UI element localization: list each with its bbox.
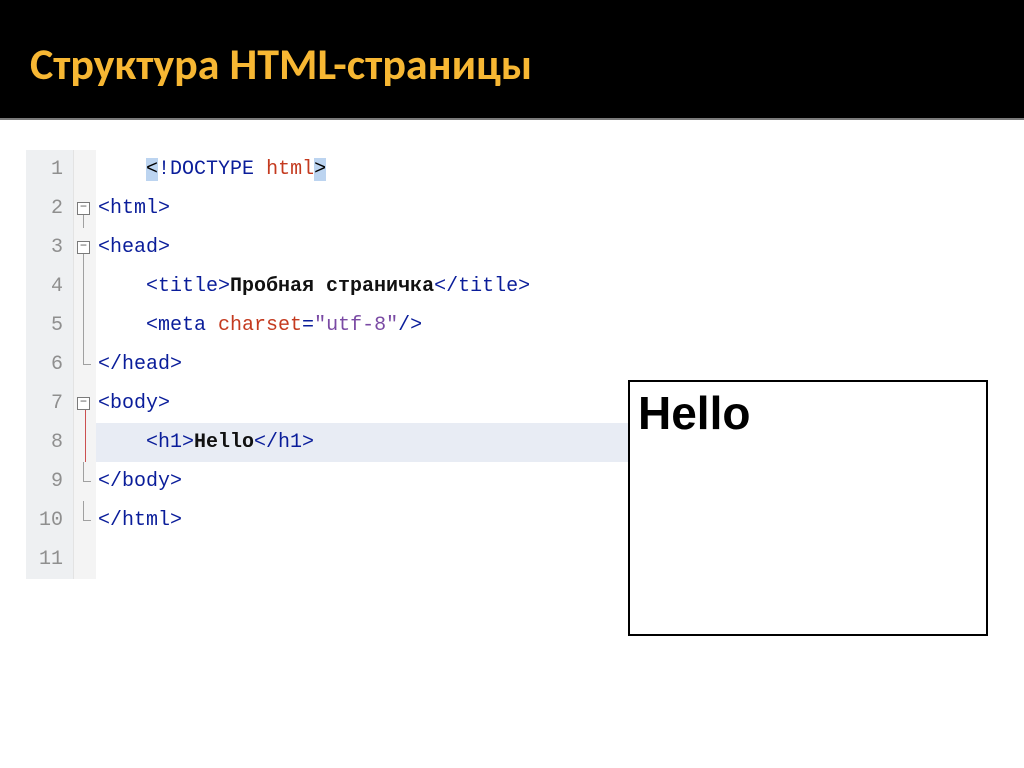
code-line[interactable]: 4 <title>Пробная страничка</title> [26, 267, 636, 306]
fold-gutter [74, 150, 96, 189]
fold-gutter: − [74, 384, 96, 423]
fold-gutter [74, 501, 96, 540]
line-number: 8 [26, 423, 74, 462]
render-preview: Hello [628, 380, 988, 636]
fold-toggle-icon[interactable]: − [77, 202, 90, 215]
code-text[interactable]: <body> [96, 384, 636, 423]
slide-title: Структура HTML-страницы [30, 37, 1024, 91]
code-text[interactable]: <h1>Hello</h1> [96, 423, 636, 462]
code-line[interactable]: 2−<html> [26, 189, 636, 228]
line-number: 7 [26, 384, 74, 423]
line-number: 3 [26, 228, 74, 267]
line-number: 9 [26, 462, 74, 501]
fold-toggle-icon[interactable]: − [77, 397, 90, 410]
fold-gutter [74, 462, 96, 501]
fold-gutter [74, 306, 96, 345]
code-line[interactable]: 3−<head> [26, 228, 636, 267]
code-text[interactable]: </head> [96, 345, 636, 384]
code-text[interactable]: <title>Пробная страничка</title> [96, 267, 636, 306]
fold-gutter: − [74, 189, 96, 228]
code-line[interactable]: 11 [26, 540, 636, 579]
line-number: 4 [26, 267, 74, 306]
code-line[interactable]: 7−<body> [26, 384, 636, 423]
code-text[interactable]: <meta charset="utf-8"/> [96, 306, 636, 345]
code-line[interactable]: 8 <h1>Hello</h1> [26, 423, 636, 462]
code-line[interactable]: 1 <!DOCTYPE html> [26, 150, 636, 189]
code-text[interactable]: <!DOCTYPE html> [96, 150, 636, 189]
slide-content: 1 <!DOCTYPE html>2−<html>3−<head>4 <titl… [0, 120, 1024, 609]
preview-heading: Hello [638, 386, 978, 440]
slide-title-bar: Структура HTML-страницы [0, 0, 1024, 120]
line-number: 1 [26, 150, 74, 189]
line-number: 10 [26, 501, 74, 540]
code-text[interactable]: </body> [96, 462, 636, 501]
code-line[interactable]: 10 </html> [26, 501, 636, 540]
line-number: 11 [26, 540, 74, 579]
fold-gutter [74, 267, 96, 306]
fold-toggle-icon[interactable]: − [77, 241, 90, 254]
code-text[interactable] [96, 540, 636, 579]
code-editor[interactable]: 1 <!DOCTYPE html>2−<html>3−<head>4 <titl… [26, 150, 636, 579]
line-number: 2 [26, 189, 74, 228]
code-text[interactable]: </html> [96, 501, 636, 540]
line-number: 6 [26, 345, 74, 384]
fold-gutter [74, 540, 96, 579]
fold-gutter [74, 423, 96, 462]
fold-gutter [74, 345, 96, 384]
fold-gutter: − [74, 228, 96, 267]
line-number: 5 [26, 306, 74, 345]
code-line[interactable]: 6 </head> [26, 345, 636, 384]
code-line[interactable]: 9 </body> [26, 462, 636, 501]
code-text[interactable]: <head> [96, 228, 636, 267]
code-line[interactable]: 5 <meta charset="utf-8"/> [26, 306, 636, 345]
code-text[interactable]: <html> [96, 189, 636, 228]
